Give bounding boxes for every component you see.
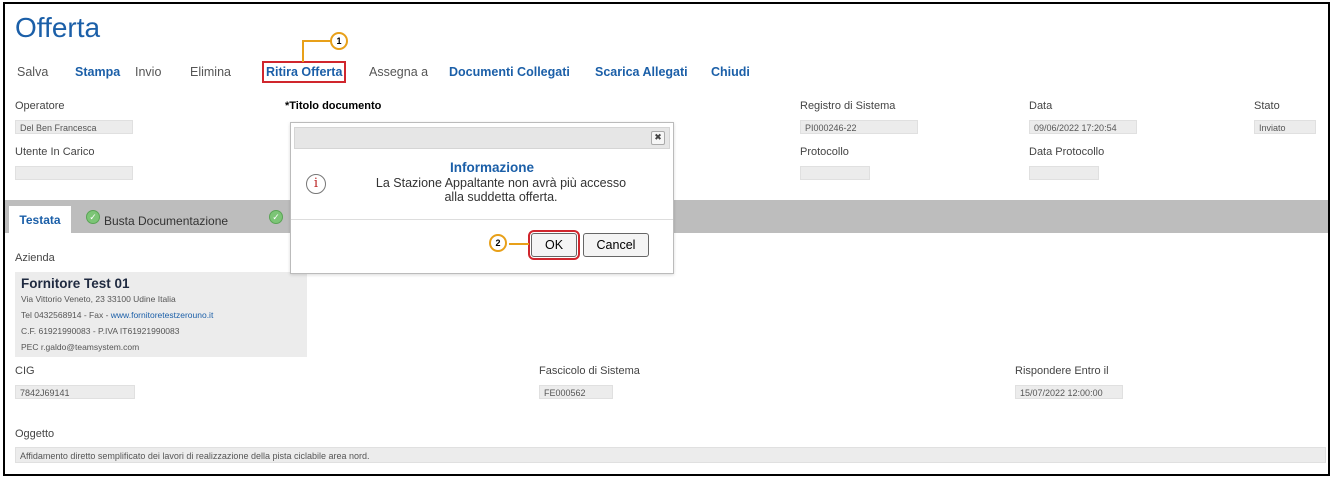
- fascicolo-label: Fascicolo di Sistema: [539, 365, 640, 377]
- fascicolo-value: FE000562: [539, 385, 613, 399]
- azienda-address: Via Vittorio Veneto, 23 33100 Udine Ital…: [21, 294, 176, 304]
- check-circle-icon: ✓: [269, 210, 283, 224]
- marker-2-line: [509, 243, 529, 245]
- dialog-divider: [291, 219, 673, 220]
- page-title: Offerta: [15, 12, 101, 43]
- azienda-website-link[interactable]: www.fornitoretestzerouno.it: [111, 310, 214, 320]
- elimina-button[interactable]: Elimina: [190, 65, 231, 79]
- marker-1-line: [302, 40, 304, 62]
- tab-testata[interactable]: Testata: [9, 206, 71, 233]
- protocollo-value: [800, 166, 870, 180]
- rispondere-value: 15/07/2022 12:00:00: [1015, 385, 1123, 399]
- step-marker-1: 1: [330, 32, 348, 50]
- azienda-label: Azienda: [15, 252, 55, 264]
- invio-button[interactable]: Invio: [135, 65, 161, 79]
- utente-label: Utente In Carico: [15, 146, 95, 158]
- dialog-message-line1: La Stazione Appaltante non avrà più acce…: [375, 176, 627, 190]
- utente-value: [15, 166, 133, 180]
- marker-1-line-h: [302, 40, 332, 42]
- oggetto-label: Oggetto: [15, 428, 55, 440]
- close-icon[interactable]: ✖: [651, 131, 665, 145]
- dialog-message: La Stazione Appaltante non avrà più acce…: [331, 176, 671, 204]
- data-protocollo-value: [1029, 166, 1099, 180]
- cig-label: CIG: [15, 365, 35, 377]
- titolo-label: Titolo documento: [289, 100, 382, 112]
- operatore-label: Operatore: [15, 100, 65, 112]
- dialog-title: Informazione: [449, 160, 534, 175]
- information-dialog: ✖ Informazione i La Stazione Appaltante …: [290, 122, 674, 274]
- operatore-value: Del Ben Francesca: [15, 120, 133, 134]
- stampa-button[interactable]: Stampa: [75, 65, 120, 79]
- azienda-tel: Tel 0432568914 - Fax - www.fornitoretest…: [21, 310, 213, 320]
- ritira-offerta-button[interactable]: Ritira Offerta: [261, 61, 347, 83]
- azienda-name: Fornitore Test 01: [21, 276, 130, 291]
- ok-button[interactable]: OK: [528, 230, 580, 260]
- registro-label: Registro di Sistema: [800, 100, 896, 112]
- stato-label: Stato: [1254, 100, 1280, 112]
- protocollo-label: Protocollo: [800, 146, 849, 158]
- azienda-card: Fornitore Test 01 Via Vittorio Veneto, 2…: [15, 272, 307, 357]
- scarica-allegati-button[interactable]: Scarica Allegati: [595, 65, 688, 79]
- stato-value: Inviato: [1254, 120, 1316, 134]
- azienda-cf: C.F. 61921990083 - P.IVA IT61921990083: [21, 326, 180, 336]
- azienda-tel-text: Tel 0432568914 - Fax -: [21, 310, 111, 320]
- tab-busta-documentazione[interactable]: Busta Documentazione: [104, 214, 228, 228]
- app-window: Offerta Salva Stampa Invio Elimina Ritir…: [3, 2, 1330, 476]
- azienda-pec: PEC r.galdo@teamsystem.com: [21, 342, 140, 352]
- oggetto-value: Affidamento diretto semplificato dei lav…: [15, 447, 1326, 463]
- step-marker-2: 2: [489, 234, 507, 252]
- dialog-message-line2: alla suddetta offerta.: [444, 190, 558, 204]
- data-protocollo-label: Data Protocollo: [1029, 146, 1105, 158]
- data-value: 09/06/2022 17:20:54: [1029, 120, 1137, 134]
- assegna-button[interactable]: Assegna a: [369, 65, 428, 79]
- cancel-button[interactable]: Cancel: [583, 233, 649, 257]
- rispondere-label: Rispondere Entro il: [1015, 365, 1109, 377]
- info-icon: i: [306, 174, 326, 194]
- chiudi-button[interactable]: Chiudi: [711, 65, 750, 79]
- registro-value: PI000246-22: [800, 120, 918, 134]
- data-label: Data: [1029, 100, 1053, 112]
- cig-value: 7842J69141: [15, 385, 135, 399]
- dialog-titlebar: ✖: [294, 127, 670, 149]
- documenti-collegati-button[interactable]: Documenti Collegati: [449, 65, 570, 79]
- salva-button[interactable]: Salva: [17, 65, 48, 79]
- check-circle-icon: ✓: [86, 210, 100, 224]
